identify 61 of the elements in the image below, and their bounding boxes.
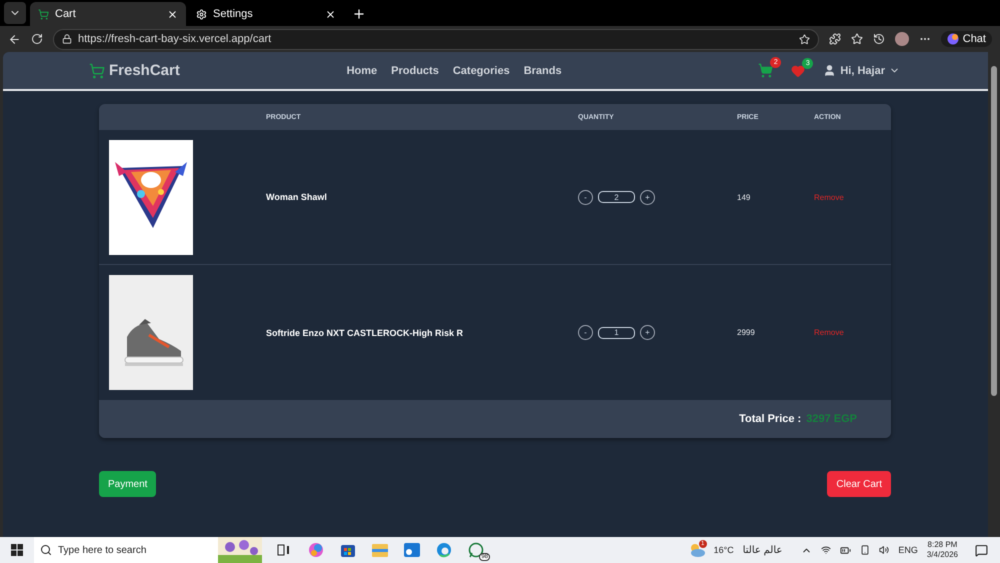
phone-icon[interactable] [860, 545, 870, 555]
notifications-icon[interactable] [975, 544, 988, 556]
wifi-icon[interactable] [821, 545, 832, 555]
new-tab-icon[interactable] [352, 7, 366, 21]
language-indicator[interactable]: ENG [898, 545, 918, 555]
decrement-button[interactable]: - [578, 190, 593, 204]
chat-button[interactable]: Chat [940, 31, 992, 47]
decrement-button[interactable]: - [578, 325, 593, 340]
back-icon[interactable] [8, 32, 21, 46]
search-field[interactable]: Type here to search [34, 537, 218, 563]
battery-icon[interactable] [840, 544, 852, 556]
price: 2999 [737, 328, 756, 337]
avatar-icon[interactable] [894, 32, 909, 46]
address-bar[interactable]: https://fresh-cart-bay-six.vercel.app/cart [53, 28, 819, 50]
folder-icon[interactable] [372, 543, 388, 557]
close-icon[interactable] [325, 8, 336, 20]
brand-name[interactable]: FreshCart [109, 62, 180, 79]
nav-link[interactable]: Products [391, 64, 439, 76]
task-view-icon[interactable] [277, 544, 291, 556]
total-label: Total Price : [739, 413, 802, 425]
settings-icon [196, 8, 207, 20]
reload-icon[interactable] [31, 33, 43, 45]
search-placeholder: Type here to search [58, 544, 146, 556]
quantity-field[interactable]: 2 [598, 191, 635, 203]
temperature: 16°C [714, 545, 734, 555]
cart-icon[interactable] [758, 63, 774, 78]
quantity-field[interactable]: 1 [598, 326, 635, 338]
volume-icon[interactable] [879, 545, 890, 555]
cart-icon [89, 62, 105, 78]
windows-icon[interactable] [11, 544, 23, 556]
weather-text: عالم عالتا [742, 544, 782, 556]
nav-link[interactable]: Home [346, 64, 378, 76]
product-name: Softride Enzo NXT CASTLEROCK-High Risk R [266, 328, 464, 338]
cart-icon [38, 8, 49, 20]
close-icon[interactable] [167, 8, 178, 20]
increment-button[interactable]: + [640, 190, 655, 204]
user-menu[interactable]: Hi, Hajar [840, 64, 885, 76]
heart-icon[interactable] [791, 64, 806, 78]
star-icon[interactable] [798, 34, 810, 44]
user-icon [823, 64, 836, 77]
browser-tab[interactable]: Settings [188, 2, 344, 26]
history-icon[interactable] [872, 33, 885, 45]
flowers-icon [218, 537, 262, 563]
puzzle-icon[interactable] [828, 33, 841, 45]
scrollbar-thumb[interactable] [991, 66, 997, 396]
browser-tab[interactable]: Cart [30, 2, 186, 26]
product-name: Woman Shawl [266, 192, 328, 202]
search-icon [40, 544, 52, 556]
weather-icon[interactable] [688, 543, 705, 557]
clear-cart-button[interactable]: Clear Cart [827, 471, 891, 497]
store-icon[interactable] [340, 542, 356, 558]
lock-icon [62, 34, 72, 44]
brand-logo[interactable]: FreshCart [89, 62, 180, 79]
tab-list-button[interactable] [4, 2, 26, 24]
nav-link[interactable]: Categories [452, 64, 510, 76]
clock[interactable]: 8:28 PM 3/4/2026 [926, 540, 958, 560]
total-price: 3297 EGP [806, 413, 857, 425]
price: 149 [737, 192, 752, 202]
increment-button[interactable]: + [640, 325, 655, 340]
nav-link[interactable]: Brands [524, 64, 562, 76]
favorites-icon[interactable] [850, 33, 863, 45]
